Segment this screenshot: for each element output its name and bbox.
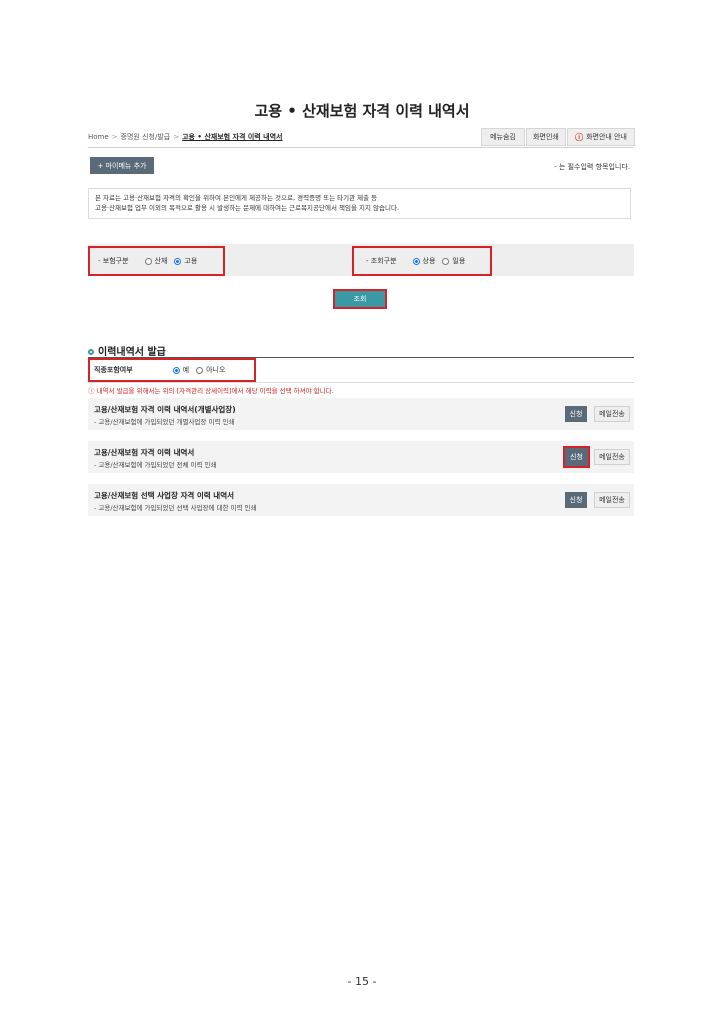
query-option-ilyong: 일용 (452, 257, 466, 265)
item-title: 고용/산재보험 선택 사업장 자격 이력 내역서 (94, 491, 234, 500)
send-mail-button[interactable]: 메일전송 (594, 449, 630, 465)
send-mail-button[interactable]: 메일전송 (594, 492, 630, 508)
info-icon: ⓘ (575, 132, 584, 142)
send-mail-label: 메일전송 (599, 410, 625, 418)
insurance-option-sanjae: 산재 (154, 257, 168, 265)
page-title: 고용 • 산재보험 자격 이력 내역서 (254, 102, 470, 120)
screen-guide-button[interactable]: ⓘ 화면안내 안내 (567, 128, 635, 146)
insurance-type-label: - 보험구분 (98, 257, 129, 265)
item-description: - 고용/산재보험에 가입되었던 선택 사업장에 대한 이력 인쇄 (94, 504, 257, 512)
item-title: 고용/산재보험 자격 이력 내역서 (94, 448, 195, 457)
breadcrumb-separator: > (173, 133, 180, 141)
query-type-filter: - 조회구분 상용 일용 (352, 246, 492, 276)
send-mail-button[interactable]: 메일전송 (594, 406, 630, 422)
notice-line-1: 본 자료는 고용·산재보험 자격의 확인을 위하여 본인에게 제공하는 것으로,… (95, 194, 378, 202)
insurance-radio-sanjae[interactable] (144, 257, 152, 265)
job-include-filter: 직종포함여부 예 아니오 (88, 358, 256, 382)
search-button[interactable]: 조회 (333, 289, 387, 309)
insurance-radio-goyong[interactable] (174, 257, 182, 265)
query-option-sangyong: 상용 (422, 257, 436, 265)
apply-button-highlighted[interactable]: 신청 (563, 446, 590, 468)
list-item: 고용/산재보험 자격 이력 내역서 - 고용/산재보험에 가입되었던 전체 이력… (88, 441, 634, 473)
print-screen-label: 화면인쇄 (533, 133, 559, 141)
required-note: - 는 필수입력 항목입니다. (554, 163, 630, 171)
menu-hide-button[interactable]: 메뉴숨김 (481, 128, 525, 146)
insurance-option-goyong: 고용 (184, 257, 198, 265)
apply-label: 신청 (569, 410, 583, 418)
notice-line-2: 고용·산재보험 업무 이외의 목적으로 활용 시 발생하는 문제에 대하여는 근… (95, 204, 400, 212)
apply-label: 신청 (570, 453, 583, 461)
job-include-radio-yes[interactable] (172, 366, 180, 374)
notice-box: 본 자료는 고용·산재보험 자격의 확인을 위하여 본인에게 제공하는 것으로,… (88, 188, 631, 219)
header-divider (88, 147, 633, 148)
list-item: 고용/산재보험 자격 이력 내역서(개별사업장) - 고용/산재보험에 가입되었… (88, 398, 634, 430)
item-description: - 고용/산재보험에 가입되었던 개별사업장 이력 인쇄 (94, 418, 235, 426)
breadcrumb-current: 고용 • 산재보험 자격 이력 내역서 (182, 133, 283, 141)
send-mail-label: 메일전송 (599, 453, 625, 461)
item-title: 고용/산재보험 자격 이력 내역서(개별사업장) (94, 405, 236, 414)
job-include-label: 직종포함여부 (94, 366, 133, 374)
apply-label: 신청 (569, 496, 583, 504)
item-description: - 고용/산재보험에 가입되었던 전체 이력 인쇄 (94, 461, 217, 469)
breadcrumb-home[interactable]: Home (88, 133, 109, 141)
selection-warning: ⓘ 내역서 발급을 위해서는 위의 [자격관리 상세이력]에서 해당 이력을 선… (88, 387, 334, 395)
breadcrumb-separator: > (111, 133, 118, 141)
query-radio-sangyong[interactable] (412, 257, 420, 265)
section-title: 이력내역서 발급 (88, 343, 166, 358)
screen-guide-label: 화면안내 안내 (586, 133, 627, 141)
add-my-menu-button[interactable]: + 마이메뉴 추가 (90, 157, 154, 174)
print-screen-button[interactable]: 화면인쇄 (526, 128, 566, 146)
add-my-menu-label: + 마이메뉴 추가 (97, 161, 147, 170)
job-include-option-yes: 예 (182, 366, 190, 374)
search-button-label: 조회 (353, 295, 367, 303)
query-radio-ilyong[interactable] (442, 257, 450, 265)
send-mail-label: 메일전송 (599, 496, 625, 504)
insurance-type-filter: - 보험구분 산재 고용 (88, 246, 225, 276)
job-include-radio-no[interactable] (196, 366, 204, 374)
apply-button[interactable]: 신청 (565, 492, 587, 508)
apply-button[interactable]: 신청 (565, 406, 587, 422)
breadcrumb-level1[interactable]: 증명원 신청/발급 (121, 133, 171, 141)
list-item: 고용/산재보험 선택 사업장 자격 이력 내역서 - 고용/산재보험에 가입되었… (88, 484, 634, 516)
job-include-option-no: 아니오 (206, 366, 226, 374)
breadcrumb: Home > 증명원 신청/발급 > 고용 • 산재보험 자격 이력 내역서 (88, 132, 282, 142)
page-number: - 15 - (347, 975, 377, 988)
query-type-label: - 조회구분 (366, 257, 397, 265)
section-bullet-icon (88, 349, 94, 355)
menu-hide-label: 메뉴숨김 (490, 133, 516, 141)
